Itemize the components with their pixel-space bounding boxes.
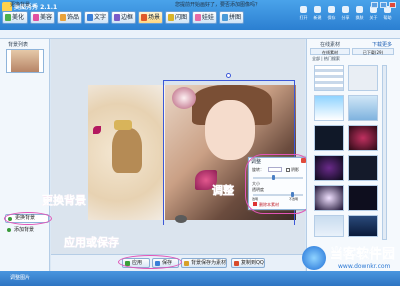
tab-text[interactable]: 文字 [84, 11, 109, 24]
material-thumb[interactable] [314, 65, 344, 91]
material-thumb[interactable] [314, 125, 344, 151]
skin-icon [33, 14, 39, 21]
material-thumb[interactable] [348, 125, 378, 151]
beautify-icon [5, 14, 11, 21]
thumbnail-image [11, 50, 39, 72]
help-button[interactable]: 帮助 [381, 6, 394, 22]
tab-downloaded[interactable]: 已下载(29) [352, 48, 394, 55]
skin-change-button[interactable]: 换肤 [353, 6, 366, 22]
tab-border[interactable]: 边框 [111, 11, 136, 24]
material-icon [184, 261, 189, 266]
tab-flash[interactable]: 闪图 [165, 11, 190, 24]
download-more-link[interactable]: 下载更多 [372, 41, 392, 48]
add-background-button[interactable]: 添加背景 [5, 226, 49, 235]
material-thumb[interactable] [314, 155, 344, 181]
watermark-text: 当客软件园 [330, 247, 396, 263]
material-thumb[interactable] [348, 185, 378, 211]
status-bar [0, 271, 400, 286]
minimize-button[interactable] [371, 2, 378, 8]
toolbar-left-label: 更换背景， [10, 2, 36, 8]
left-panel [0, 39, 50, 271]
watermark-logo-icon [302, 246, 326, 270]
material-thumb[interactable] [314, 215, 344, 237]
selection-border-top [163, 80, 294, 81]
new-icon [314, 6, 321, 13]
material-scrollbar[interactable] [382, 65, 387, 240]
watermark-url: www.downkr.com [338, 263, 391, 270]
toolbar-hint[interactable]: 您提前开始画好了，要否添加图像吗？ [175, 1, 260, 8]
tab-beautify[interactable]: 美化 [2, 11, 28, 24]
annotation-ring-apply [118, 255, 182, 269]
flower-sticker [172, 87, 196, 109]
material-thumb[interactable] [348, 95, 378, 121]
about-button[interactable]: 关于 [367, 6, 380, 22]
save-top-button[interactable]: 保存 [325, 6, 338, 22]
annotation-change-background: 更换背景 [42, 194, 86, 207]
portrait-face [205, 100, 255, 160]
new-button[interactable]: 新建 [311, 6, 324, 22]
tab-online-material[interactable]: 在线素材 [310, 48, 350, 55]
material-thumb[interactable] [348, 215, 378, 237]
background-list-title: 背景列表 [8, 42, 29, 48]
tab-doll[interactable]: 娃娃 [192, 11, 217, 24]
text-icon [87, 14, 93, 21]
scene-icon [141, 14, 147, 21]
tab-puzzle[interactable]: 拼图 [219, 11, 244, 24]
border-icon [114, 14, 120, 21]
deer-sticker [112, 128, 142, 173]
annotation-ring-adjust [245, 154, 313, 214]
tab-skin[interactable]: 美容 [30, 11, 55, 24]
copy-to-qq-button[interactable]: 复制到QQ [231, 258, 265, 268]
selection-border-left [163, 80, 164, 225]
status-text: 调整图片 [10, 275, 31, 281]
accessory-icon [60, 14, 66, 21]
close-window-button[interactable] [389, 2, 396, 8]
skin-change-icon [356, 6, 363, 13]
open-icon [300, 6, 307, 13]
toolbar [0, 30, 400, 39]
save-bg-as-material-button[interactable]: 背景保存为素材 [181, 258, 227, 268]
puzzle-icon [222, 14, 228, 21]
save-icon [328, 6, 335, 13]
share-button[interactable]: 分享 [339, 6, 352, 22]
annotation-ring-change [4, 212, 52, 225]
add-icon [7, 228, 11, 232]
annotation-adjust: 调整 [212, 184, 234, 197]
butterfly-sticker [93, 126, 101, 134]
material-panel-title: 在线素材 [320, 42, 341, 48]
material-thumb[interactable] [314, 95, 344, 121]
rotate-handle[interactable] [226, 73, 231, 78]
open-button[interactable]: 打开 [297, 6, 310, 22]
small-flower-sticker [175, 215, 187, 223]
material-thumb[interactable] [314, 185, 344, 211]
tab-scene[interactable]: 场景 [138, 11, 163, 24]
annotation-apply-or-save: 应用或保存 [64, 236, 119, 249]
material-thumb[interactable] [348, 155, 378, 181]
qq-icon [234, 261, 239, 266]
share-icon [342, 6, 349, 13]
tab-accessory[interactable]: 饰品 [57, 11, 82, 24]
flash-icon [168, 14, 174, 21]
doll-icon [195, 14, 201, 21]
material-filter[interactable]: 全部 | 热门搜索 [312, 56, 340, 62]
crown-sticker [114, 120, 132, 130]
material-thumb[interactable] [348, 65, 378, 91]
maximize-button[interactable] [380, 2, 387, 8]
